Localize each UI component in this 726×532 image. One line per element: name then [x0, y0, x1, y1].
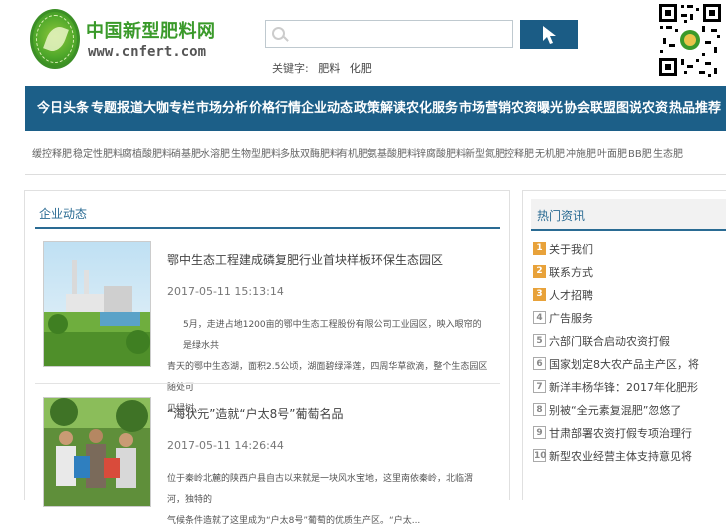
- keyword-link[interactable]: 化肥: [350, 62, 372, 75]
- subnav-tag[interactable]: 控释肥: [504, 145, 534, 160]
- subnav-tag[interactable]: 硝基肥: [171, 145, 201, 160]
- subnav-tag[interactable]: 稳定性肥料: [73, 145, 123, 160]
- rank-badge: 5: [533, 334, 546, 347]
- article-thumbnail[interactable]: [43, 241, 151, 367]
- subnav-tag[interactable]: 叶面肥: [597, 145, 627, 160]
- search-input[interactable]: [288, 23, 512, 47]
- rank-badge: 8: [533, 403, 546, 416]
- article-date: 2017-05-11 14:26:44: [167, 439, 284, 452]
- keyword-link[interactable]: 肥料: [318, 62, 340, 75]
- hot-news-item[interactable]: 2 联系方式: [533, 264, 723, 282]
- fertilizer-type-nav: 缓控释肥 稳定性肥料 腐植酸肥料 硝基肥 水溶肥 生物型肥料 多肽双酶肥料 有机…: [25, 131, 726, 175]
- article-title[interactable]: “海状元”造就“户太8号”葡萄名品: [167, 405, 344, 422]
- subnav-tag[interactable]: 多肽双酶肥料: [280, 145, 340, 160]
- hot-news-link[interactable]: 六部门联合启动农资打假: [549, 333, 670, 349]
- search-box: [265, 20, 513, 48]
- logo-text[interactable]: 中国新型肥料网: [86, 17, 216, 43]
- search-keywords: 关键字: 肥料 化肥: [272, 60, 378, 76]
- hot-news-item[interactable]: 10 新型农业经营主体支持意见将: [533, 448, 723, 466]
- site-logo-emblem[interactable]: [30, 9, 80, 69]
- main-nav: 今日头条 专题报道 大咖专栏 市场分析 价格行情 企业动态 政策解读 农化服务 …: [25, 86, 726, 131]
- nav-item[interactable]: 市场营销: [459, 86, 511, 131]
- subnav-tag[interactable]: 水溶肥: [200, 145, 230, 160]
- excerpt-line: 5月，走进占地1200亩的鄂中生态工程股份有限公司工业园区，映入眼帘的是绿水共: [183, 320, 482, 351]
- excerpt-line: 气候条件造就了这里成为“户太8号”葡萄的优质生产区。“户太...: [167, 516, 421, 526]
- site-header: 中国新型肥料网 www.cnfert.com 关键字: 肥料 化肥: [0, 0, 726, 86]
- hot-news-link[interactable]: 新型农业经营主体支持意见将: [549, 448, 692, 464]
- nav-item[interactable]: 热品推荐: [669, 86, 721, 131]
- subnav-tag[interactable]: 新型氮肥: [465, 145, 505, 160]
- nav-item[interactable]: 农资曝光: [511, 86, 563, 131]
- keywords-label: 关键字:: [272, 62, 309, 75]
- rank-badge: 6: [533, 357, 546, 370]
- rank-badge: 3: [533, 288, 546, 301]
- nav-item[interactable]: 大咖专栏: [143, 86, 195, 131]
- hot-news-link[interactable]: 国家划定8大农产品主产区，将: [549, 356, 699, 372]
- excerpt-line: 青天的鄂中生态湖，面积2.5公顷，湖面碧绿泽莲，四周华草欲滴，整个生态园区随处可: [167, 362, 488, 393]
- hot-news-item[interactable]: 7 新洋丰杨华锋：2017年化肥形: [533, 379, 723, 397]
- subnav-tag[interactable]: 缓控释肥: [32, 145, 72, 160]
- article-title[interactable]: 鄂中生态工程建成磷复肥行业首块样板环保生态园区: [167, 251, 443, 268]
- rank-badge: 1: [533, 242, 546, 255]
- hot-news-link[interactable]: 甘肃部署农资打假专项治理行: [549, 425, 692, 441]
- nav-item[interactable]: 今日头条: [37, 86, 89, 131]
- article-thumbnail[interactable]: [43, 397, 151, 507]
- nav-item[interactable]: 专题报道: [91, 86, 143, 131]
- subnav-tag[interactable]: 生物型肥料: [231, 145, 281, 160]
- article-excerpt: 位于秦岭北麓的陕西户县自古以来就是一块风水宝地，这里南依秦岭，北临渭河，独特的 …: [167, 469, 489, 532]
- sidebar-title: 热门资讯: [537, 209, 586, 223]
- subnav-tag[interactable]: 冲施肥: [566, 145, 596, 160]
- hot-news-link[interactable]: 关于我们: [549, 241, 593, 257]
- rank-badge: 7: [533, 380, 546, 393]
- nav-item[interactable]: 政策解读: [354, 86, 406, 131]
- hot-news-item[interactable]: 3 人才招聘: [533, 287, 723, 305]
- subnav-tag[interactable]: BB肥: [628, 145, 652, 160]
- hot-news-link[interactable]: 广告服务: [549, 310, 593, 326]
- search-button[interactable]: [520, 20, 578, 49]
- qr-code: [657, 2, 723, 78]
- nav-item[interactable]: 价格行情: [249, 86, 301, 131]
- hot-news-link[interactable]: 新洋丰杨华锋：2017年化肥形: [549, 379, 698, 395]
- subnav-tag[interactable]: 锌腐酸肥料: [416, 145, 466, 160]
- nav-item[interactable]: 企业动态: [301, 86, 353, 131]
- hot-news-sidebar: 热门资讯 1 关于我们 2 联系方式 3 人才招聘 4 广告服务 5 六部门联合…: [522, 190, 726, 500]
- subnav-tag[interactable]: 生态肥: [653, 145, 683, 160]
- hot-news-item[interactable]: 4 广告服务: [533, 310, 723, 328]
- section-title[interactable]: 企业动态: [39, 205, 87, 222]
- logo-url[interactable]: www.cnfert.com: [88, 44, 206, 60]
- vineyard-photo: [44, 398, 150, 506]
- hot-news-item[interactable]: 6 国家划定8大农产品主产区，将: [533, 356, 723, 374]
- hot-news-item[interactable]: 5 六部门联合启动农资打假: [533, 333, 723, 351]
- cursor-arrow-icon: [543, 26, 556, 44]
- qr-code-image: [657, 2, 723, 78]
- rank-badge: 10: [533, 449, 547, 462]
- hot-news-link[interactable]: 人才招聘: [549, 287, 593, 303]
- search-icon: [272, 27, 285, 40]
- section-underline: [35, 227, 500, 229]
- hot-news-item[interactable]: 8 别被“全元素复混肥”忽悠了: [533, 402, 723, 420]
- subnav-tag[interactable]: 腐植酸肥料: [122, 145, 172, 160]
- hot-news-link[interactable]: 联系方式: [549, 264, 593, 280]
- nav-item[interactable]: 图说农资: [616, 86, 668, 131]
- hot-news-item[interactable]: 1 关于我们: [533, 241, 723, 259]
- nav-item[interactable]: 农化服务: [406, 86, 458, 131]
- subnav-tag[interactable]: 氨基酸肥料: [367, 145, 417, 160]
- sidebar-header: 热门资讯: [531, 199, 726, 231]
- excerpt-line: 位于秦岭北麓的陕西户县自古以来就是一块风水宝地，这里南依秦岭，北临渭河，独特的: [167, 474, 474, 505]
- rank-badge: 2: [533, 265, 546, 278]
- hot-news-link[interactable]: 别被“全元素复混肥”忽悠了: [549, 402, 681, 418]
- rank-badge: 4: [533, 311, 546, 324]
- hot-news-item[interactable]: 9 甘肃部署农资打假专项治理行: [533, 425, 723, 443]
- nav-item[interactable]: 市场分析: [196, 86, 248, 131]
- enterprise-news-section: 企业动态 鄂中生态工程建成磷复肥行业首块样板环保生态园区 2017-05-11 …: [24, 190, 510, 526]
- article-divider: [35, 383, 500, 384]
- article-date: 2017-05-11 15:13:14: [167, 285, 284, 298]
- nav-item[interactable]: 协会联盟: [564, 86, 616, 131]
- subnav-tag[interactable]: 无机肥: [535, 145, 565, 160]
- factory-photo: [44, 242, 150, 366]
- rank-badge: 9: [533, 426, 546, 439]
- subnav-tag[interactable]: 有机肥: [338, 145, 368, 160]
